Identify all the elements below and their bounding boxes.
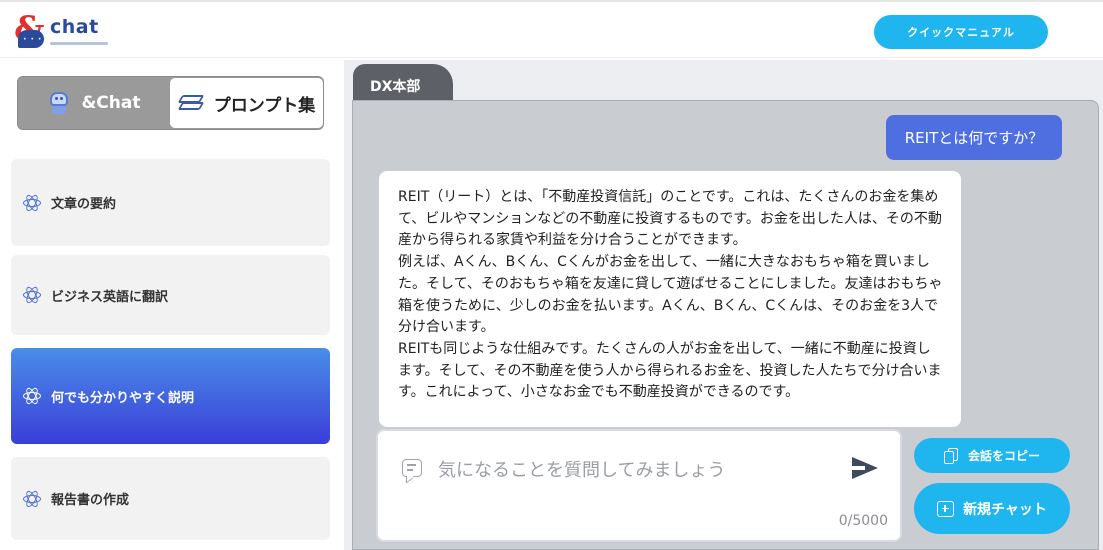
robot-icon: [47, 91, 71, 115]
sidebar-item-label: 何でも分かりやすく説明: [51, 390, 195, 406]
atom-icon: [23, 285, 41, 305]
sidebar: &Chat プロンプト集 文章の要約 ビジネス英語に翻訳 何でも分かりやすく説明…: [0, 60, 344, 550]
sidebar-item-report[interactable]: 報告書の作成: [11, 457, 330, 540]
app-header: & • • • chat クイックマニュアル: [0, 0, 1103, 58]
logo-text: chat: [50, 16, 99, 38]
chat-input[interactable]: 気になることを質問してみましょう: [438, 456, 725, 482]
sidebar-item-translate[interactable]: ビジネス英語に翻訳: [11, 255, 330, 335]
chat-panel: REITとは何ですか？ REIT（リート）とは、「不動産投資信託」のことです。こ…: [352, 100, 1099, 550]
new-chat-label: 新規チャット: [963, 501, 1047, 518]
logo-tagline: [50, 42, 108, 45]
assistant-message: REIT（リート）とは、「不動産投資信託」のことです。これは、たくさんのお金を集…: [379, 171, 961, 427]
sidebar-item-label: 文章の要約: [51, 197, 117, 212]
chat-area: DX本部 REITとは何ですか？ REIT（リート）とは、「不動産投資信託」のこ…: [344, 60, 1103, 550]
sidebar-item-label: 報告書の作成: [51, 493, 130, 508]
tab-dx[interactable]: DX本部: [353, 64, 453, 104]
logo-dots-icon: • • •: [23, 36, 43, 43]
atom-icon: [23, 386, 41, 406]
mode-chat-button[interactable]: &Chat: [18, 77, 170, 129]
sidebar-item-label: ビジネス英語に翻訳: [51, 289, 169, 305]
send-icon[interactable]: [852, 457, 878, 479]
atom-icon: [23, 192, 41, 213]
chat-input-box[interactable]: 気になることを質問してみましょう 0/5000: [376, 429, 902, 542]
mode-chat-label: &Chat: [81, 93, 141, 113]
new-chat-button[interactable]: 新規チャット: [914, 483, 1070, 534]
mode-prompt-label: プロンプト集: [213, 95, 316, 116]
chat-bubble-icon: [402, 459, 422, 477]
new-chat-icon: [937, 500, 955, 517]
user-message: REITとは何ですか？: [886, 115, 1062, 160]
char-counter: 0/5000: [838, 513, 888, 529]
mode-prompt-button[interactable]: プロンプト集: [170, 78, 323, 128]
quick-manual-button[interactable]: クイックマニュアル: [874, 15, 1048, 49]
copy-conversation-button[interactable]: 会話をコピー: [914, 438, 1070, 473]
copy-conversation-label: 会話をコピー: [967, 449, 1040, 463]
sidebar-item-summary[interactable]: 文章の要約: [11, 159, 330, 246]
mode-toggle: &Chat プロンプト集: [17, 76, 324, 130]
sidebar-item-explain[interactable]: 何でも分かりやすく説明: [11, 348, 330, 444]
copy-icon: [943, 447, 958, 464]
layers-icon: [177, 94, 205, 112]
atom-icon: [23, 488, 41, 509]
app-logo[interactable]: & • • • chat: [14, 10, 114, 54]
